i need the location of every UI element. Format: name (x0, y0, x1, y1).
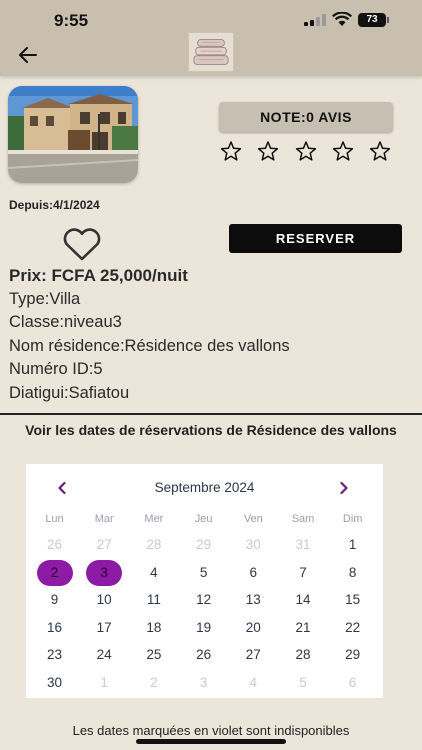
star-icon[interactable] (295, 140, 317, 162)
calendar-day-outside: 30 (245, 537, 261, 552)
calendar-day[interactable]: 25 (136, 642, 172, 668)
calendar-day[interactable]: 24 (86, 642, 122, 668)
class-text: Classe:niveau3 (9, 313, 122, 331)
wifi-icon (332, 12, 352, 26)
calendar-day[interactable]: 8 (335, 560, 371, 586)
calendar-day[interactable]: 21 (285, 615, 321, 641)
calendar-day[interactable]: 16 (37, 615, 73, 641)
calendar-day[interactable]: 28 (285, 642, 321, 668)
weekday-label: Dim (342, 513, 363, 525)
status-time: 9:55 (54, 11, 89, 30)
type-text: Type:Villa (9, 289, 81, 308)
star-icon[interactable] (369, 140, 391, 162)
battery-icon: 73 (358, 13, 386, 27)
calendar-day[interactable]: 20 (235, 615, 271, 641)
calendar-day[interactable]: 4 (136, 560, 172, 586)
rating-badge: NOTE:0 AVIS (219, 102, 393, 132)
calendar-day[interactable]: 30 (37, 670, 73, 696)
calendar-day[interactable]: 18 (136, 615, 172, 641)
cellular-signal-icon (304, 14, 326, 26)
calendar-day-outside: 5 (299, 675, 307, 690)
battery-tip (387, 17, 389, 23)
weekday-label: Mar (94, 513, 114, 525)
calendar-day[interactable]: 10 (86, 587, 122, 613)
calendar-title: Voir les dates de réservations de Réside… (25, 422, 397, 438)
star-icon[interactable] (220, 140, 242, 162)
calendar-legend: Les dates marquées en violet sont indisp… (72, 723, 350, 738)
listed-since: Depuis:4/1/2024 (9, 198, 100, 212)
calendar-day-outside: 27 (96, 537, 112, 552)
reserve-button[interactable]: RESERVER (229, 224, 402, 253)
weekday-label: Lun (45, 513, 64, 525)
weekday-header: Lun Mar Mer Jeu Ven Sam Dim (26, 513, 383, 527)
calendar-day[interactable]: 6 (235, 560, 271, 586)
calendar-day[interactable]: 14 (285, 587, 321, 613)
heart-icon[interactable] (61, 228, 103, 262)
star-icon[interactable] (332, 140, 354, 162)
star-icon[interactable] (257, 140, 279, 162)
calendar-day[interactable]: 9 (37, 587, 73, 613)
weekday-label: Mer (144, 513, 164, 525)
calendar-day-outside: 29 (196, 537, 212, 552)
calendar-day-outside: 6 (348, 675, 357, 690)
calendar-day-outside: 28 (146, 537, 162, 552)
calendar-day-unavailable[interactable]: 2 (36, 559, 73, 586)
calendar-day-outside: 26 (46, 537, 63, 552)
listing-id-text: Numéro ID:5 (9, 360, 103, 378)
calendar-month-label: Septembre 2024 (154, 480, 255, 495)
listing-details: Prix: FCFA 25,000/nuit Type:Villa Classe… (9, 264, 409, 405)
availability-calendar: Septembre 2024 Lun Mar Mer Jeu Ven Sam Dim 26 2… (26, 464, 383, 698)
weekday-label: Jeu (194, 513, 213, 525)
calendar-day[interactable]: 23 (37, 642, 73, 668)
calendar-day[interactable]: 1 (335, 532, 371, 558)
calendar-day-outside: 4 (249, 675, 258, 690)
calendar-day[interactable]: 22 (335, 615, 371, 641)
calendar-day-outside: 3 (199, 675, 208, 690)
calendar-day[interactable]: 19 (186, 615, 222, 641)
calendar-day[interactable]: 15 (335, 587, 371, 613)
calendar-day-unavailable[interactable]: 3 (86, 559, 123, 586)
residence-name-text: Nom résidence:Résidence des vallons (9, 336, 290, 355)
calendar-day[interactable]: 11 (136, 587, 172, 613)
calendar-day[interactable]: 26 (186, 642, 222, 668)
calendar-day[interactable]: 12 (186, 587, 222, 613)
weekday-label: Ven (243, 513, 263, 525)
property-photo (8, 86, 138, 183)
calendar-day[interactable]: 5 (186, 560, 222, 586)
rating-stars[interactable] (220, 140, 392, 162)
chevron-right-icon[interactable] (337, 480, 351, 496)
calendar-day[interactable]: 29 (335, 642, 371, 668)
calendar-day[interactable]: 27 (235, 642, 271, 668)
calendar-day-outside: 2 (150, 675, 158, 690)
app-header (0, 32, 422, 76)
price-text: Prix: FCFA 25,000/nuit (9, 266, 188, 285)
weekday-label: Sam (291, 513, 315, 525)
arrow-left-icon[interactable] (17, 44, 39, 66)
owner-text: Diatigui:Safiatou (9, 383, 130, 402)
calendar-day[interactable]: 7 (285, 560, 321, 586)
calendar-day-outside: 1 (100, 675, 108, 690)
home-indicator (136, 739, 286, 744)
folded-towels-logo (188, 32, 234, 72)
calendar-day-outside: 31 (295, 537, 311, 552)
calendar-day[interactable]: 17 (86, 615, 122, 641)
calendar-day[interactable]: 13 (235, 587, 271, 613)
section-divider (0, 413, 422, 415)
